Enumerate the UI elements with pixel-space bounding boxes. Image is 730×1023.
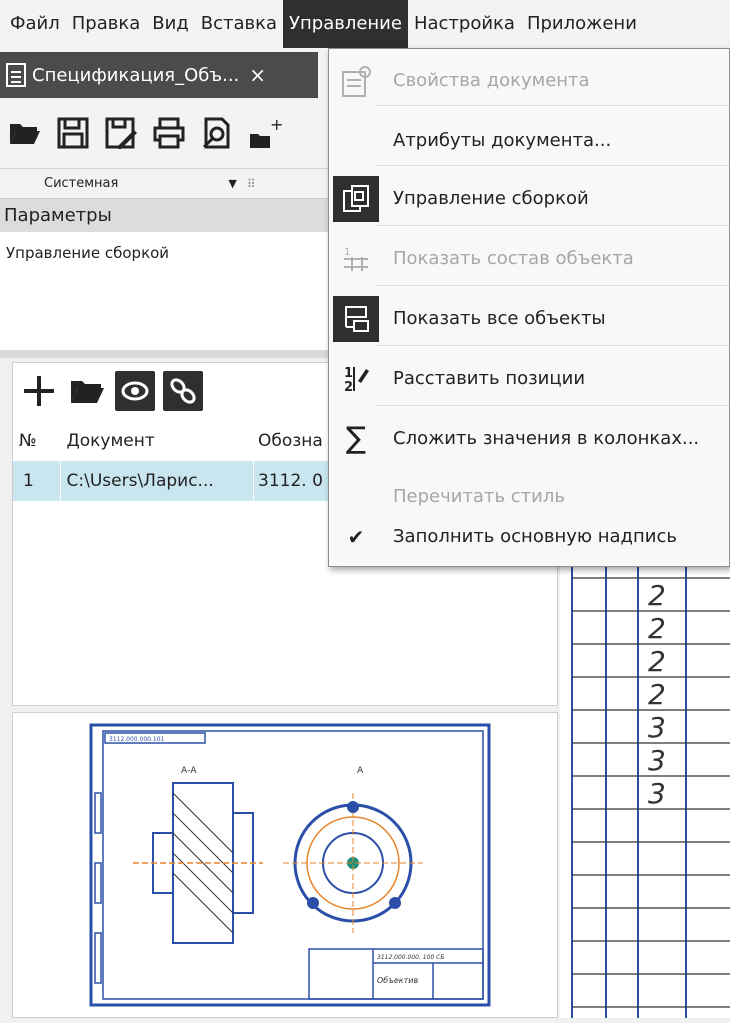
cell-number: 1: [13, 461, 61, 501]
grip-icon[interactable]: ⠿: [247, 177, 256, 191]
style-selector[interactable]: Системная ▼ ⠿: [0, 168, 330, 198]
sheet-value: 3: [648, 777, 666, 810]
menu-separator: [377, 225, 729, 226]
menu-item-label: Свойства документа: [393, 70, 590, 91]
menu-manage[interactable]: Управление: [283, 0, 408, 48]
menu-view[interactable]: Вид: [146, 0, 195, 48]
menu-item-show-all-objects[interactable]: Показать все объекты: [329, 289, 729, 348]
view-label: А: [357, 766, 364, 776]
document-tab-title: Спецификация_Объ...: [32, 64, 240, 86]
sheet-value: 2: [648, 645, 666, 678]
save-icon[interactable]: [56, 116, 90, 150]
menu-separator: [377, 285, 729, 286]
cell-document: C:\Users\Ларис...: [61, 461, 255, 501]
style-name: Системная: [44, 176, 119, 191]
title-code: 3112.000.000. 100 СБ: [377, 954, 444, 961]
menu-edit[interactable]: Правка: [66, 0, 147, 48]
manage-dropdown-menu: Свойства документа Атрибуты документа...…: [328, 48, 730, 567]
sheet-value: 2: [648, 678, 666, 711]
svg-text:2: 2: [344, 380, 353, 395]
main-toolbar: +: [0, 98, 330, 168]
menu-separator: [377, 405, 729, 406]
svg-text:1: 1: [344, 247, 350, 258]
menu-separator: [377, 345, 729, 346]
section-label: А-А: [181, 766, 197, 776]
link-icon[interactable]: [163, 371, 203, 411]
assembly-management-icon: [333, 175, 379, 222]
menu-item-arrange-positions[interactable]: 12 Расставить позиции: [329, 349, 729, 408]
menu-settings[interactable]: Настройка: [408, 0, 521, 48]
table-row[interactable]: 1 C:\Users\Ларис... 3112. 0: [13, 461, 333, 501]
sheet-value: 2: [648, 612, 666, 645]
tab-bar: Спецификация_Объ... ×: [0, 48, 330, 98]
svg-text:1: 1: [344, 366, 353, 381]
svg-text:+: +: [270, 116, 282, 134]
menu-insert[interactable]: Вставка: [195, 0, 283, 48]
menu-separator: [377, 105, 729, 106]
menu-item-label: Показать состав объекта: [393, 248, 634, 269]
menu-item-document-properties[interactable]: Свойства документа: [329, 51, 729, 110]
print-preview-icon[interactable]: [200, 116, 234, 150]
arrange-positions-icon: 12: [333, 356, 379, 402]
menu-item-label: Сложить значения в колонках...: [393, 428, 700, 449]
menu-separator: [377, 165, 729, 166]
menu-item-label: Управление сборкой: [393, 188, 589, 209]
column-designation[interactable]: Обозна: [254, 421, 333, 461]
menu-item-fill-title-block[interactable]: ✔ Заполнить основную надпись: [329, 507, 729, 566]
menu-item-label: Расставить позиции: [393, 368, 586, 389]
close-tab-icon[interactable]: ×: [249, 63, 266, 87]
parameters-panel: Управление сборкой: [0, 232, 330, 350]
new-document-icon[interactable]: +: [248, 115, 283, 150]
object-composition-icon: 1: [333, 236, 379, 282]
menu-item-label: Атрибуты документа...: [393, 130, 612, 151]
empty-icon-slot: [333, 118, 379, 164]
add-icon[interactable]: [19, 371, 59, 411]
show-all-objects-icon: [333, 295, 379, 342]
menu-file[interactable]: Файл: [0, 0, 66, 48]
open-folder-icon[interactable]: [8, 116, 42, 150]
menu-item-label: Перечитать стиль: [393, 486, 565, 507]
column-document[interactable]: Документ: [60, 421, 254, 461]
visibility-eye-icon[interactable]: [115, 371, 155, 411]
menu-item-assembly-management[interactable]: Управление сборкой: [329, 169, 729, 228]
cell-designation: 3112. 0: [258, 471, 323, 491]
open-folder-icon[interactable]: [67, 371, 107, 411]
table-header: № Документ Обозна: [13, 421, 333, 461]
menu-item-sum-columns[interactable]: ∑ Сложить значения в колонках...: [329, 409, 729, 468]
document-properties-icon: [333, 58, 379, 104]
parameters-header: Параметры: [0, 198, 330, 232]
sum-icon: ∑: [345, 421, 367, 456]
print-icon[interactable]: [152, 116, 186, 150]
dropdown-caret-icon[interactable]: ▼: [228, 177, 236, 190]
parameters-text: Управление сборкой: [6, 244, 170, 262]
save-as-icon[interactable]: [104, 116, 138, 150]
menu-item-label: Заполнить основную надпись: [393, 526, 677, 547]
corner-code: 3112.000.000.101: [109, 736, 165, 743]
document-icon: [6, 63, 26, 87]
sheet-value: 2: [648, 579, 666, 612]
sheet-value: 3: [648, 711, 666, 744]
menu-item-show-composition[interactable]: 1 Показать состав объекта: [329, 229, 729, 288]
sheet-value: 3: [648, 744, 666, 777]
menu-item-document-attributes[interactable]: Атрибуты документа...: [329, 111, 729, 170]
column-number[interactable]: №: [13, 421, 60, 461]
menu-item-label: Показать все объекты: [393, 308, 606, 329]
title-name: Объектив: [377, 976, 418, 985]
drawing-preview: 3112.000.000.101 А-А А 3112.000.000. 100…: [12, 712, 558, 1018]
assembly-drawing-thumbnail: 3112.000.000.101 А-А А 3112.000.000. 100…: [89, 723, 491, 1007]
panel-toolbar: [13, 363, 333, 419]
document-tab[interactable]: Спецификация_Объ... ×: [0, 52, 318, 98]
menu-applications[interactable]: Приложени: [521, 0, 643, 48]
menu-bar: Файл Правка Вид Вставка Управление Настр…: [0, 0, 730, 48]
checkmark-icon: ✔: [347, 524, 365, 549]
